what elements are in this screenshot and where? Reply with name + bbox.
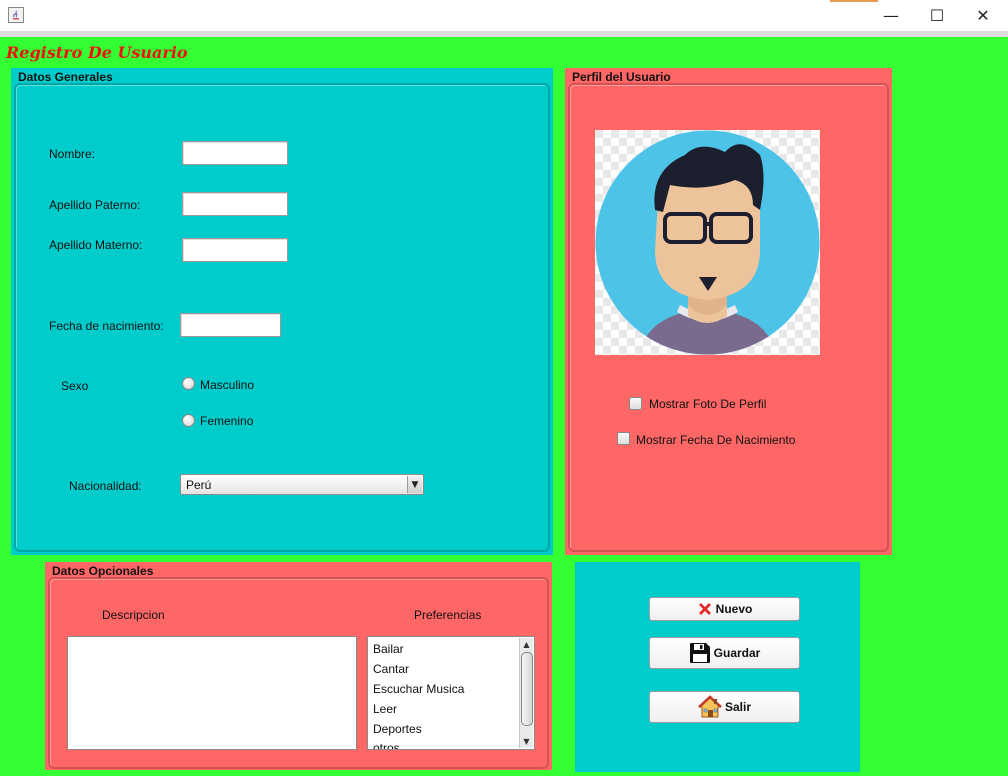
- nacionalidad-label: Nacionalidad:: [69, 479, 142, 493]
- salir-label: Salir: [724, 700, 751, 714]
- list-item[interactable]: Leer: [373, 702, 397, 716]
- page-title: Registro De Usuario: [6, 43, 188, 62]
- fecha-nacimiento-field[interactable]: [180, 313, 281, 337]
- house-icon: [698, 695, 722, 719]
- datos-opcionales-panel: Datos Opcionales Descripcion Preferencia…: [45, 562, 552, 770]
- preferencias-label: Preferencias: [414, 608, 482, 622]
- list-item[interactable]: otros: [373, 741, 400, 749]
- scroll-up-arrow-icon[interactable]: ▲: [520, 638, 533, 651]
- mostrar-fecha-checkbox[interactable]: [617, 432, 630, 445]
- mostrar-foto-label[interactable]: Mostrar Foto De Perfil: [649, 397, 766, 411]
- fecha-nacimiento-label: Fecha de nacimiento:: [49, 319, 164, 333]
- nuevo-button[interactable]: Nuevo: [649, 597, 800, 621]
- titlebar-divider: [0, 31, 1008, 37]
- perfil-title: Perfil del Usuario: [572, 70, 671, 84]
- sexo-label: Sexo: [61, 379, 89, 393]
- list-item[interactable]: Bailar: [373, 642, 404, 656]
- java-app-icon: [8, 7, 24, 23]
- minimize-button[interactable]: —: [868, 0, 914, 31]
- guardar-button[interactable]: Guardar: [649, 637, 800, 669]
- close-button[interactable]: ✕: [960, 0, 1006, 31]
- nombre-label: Nombre:: [49, 147, 96, 161]
- list-item[interactable]: Cantar: [373, 662, 409, 676]
- scroll-thumb[interactable]: [521, 652, 533, 726]
- mostrar-foto-checkbox[interactable]: [629, 397, 642, 410]
- apellido-paterno-field[interactable]: [182, 192, 288, 216]
- preferencias-scrollbar[interactable]: ▲ ▼: [519, 638, 533, 748]
- list-item[interactable]: Escuchar Musica: [373, 682, 464, 696]
- apellido-paterno-label: Apellido Paterno:: [49, 198, 141, 212]
- floppy-disk-icon: [689, 642, 711, 664]
- masculino-radio[interactable]: [182, 377, 195, 390]
- nacionalidad-select[interactable]: Perú ▼: [180, 474, 424, 495]
- apellido-materno-label: Apellido Materno:: [49, 238, 143, 252]
- preferencias-list[interactable]: Bailar Cantar Escuchar Musica Leer Depor…: [367, 636, 535, 750]
- list-item[interactable]: Deportes: [373, 722, 422, 736]
- nacionalidad-selected-value: Perú: [186, 478, 212, 492]
- salir-button[interactable]: Salir: [649, 691, 800, 723]
- window-titlebar: [0, 0, 1008, 31]
- red-x-icon: [697, 601, 713, 617]
- apellido-materno-field[interactable]: [182, 238, 288, 262]
- guardar-label: Guardar: [713, 646, 761, 660]
- descripcion-label: Descripcion: [102, 608, 165, 622]
- mostrar-fecha-label[interactable]: Mostrar Fecha De Nacimiento: [636, 433, 795, 447]
- nuevo-label: Nuevo: [715, 602, 753, 616]
- perfil-panel: Perfil del Usuario Mostrar Foto De Perfi…: [565, 68, 892, 555]
- descripcion-textarea[interactable]: [67, 636, 357, 750]
- datos-generales-title: Datos Generales: [18, 70, 113, 84]
- femenino-label[interactable]: Femenino: [200, 414, 253, 428]
- datos-generales-panel: Datos Generales Nombre: Apellido Paterno…: [11, 68, 553, 555]
- scroll-down-arrow-icon[interactable]: ▼: [520, 735, 533, 748]
- chevron-down-icon[interactable]: ▼: [407, 476, 422, 493]
- maximize-button[interactable]: ☐: [914, 0, 960, 31]
- datos-opcionales-title: Datos Opcionales: [52, 564, 154, 578]
- femenino-radio[interactable]: [182, 414, 195, 427]
- nombre-field[interactable]: [182, 141, 288, 165]
- actions-panel: Nuevo Guardar Salir: [575, 562, 860, 772]
- masculino-label[interactable]: Masculino: [200, 378, 254, 392]
- user-avatar-icon: [595, 130, 820, 355]
